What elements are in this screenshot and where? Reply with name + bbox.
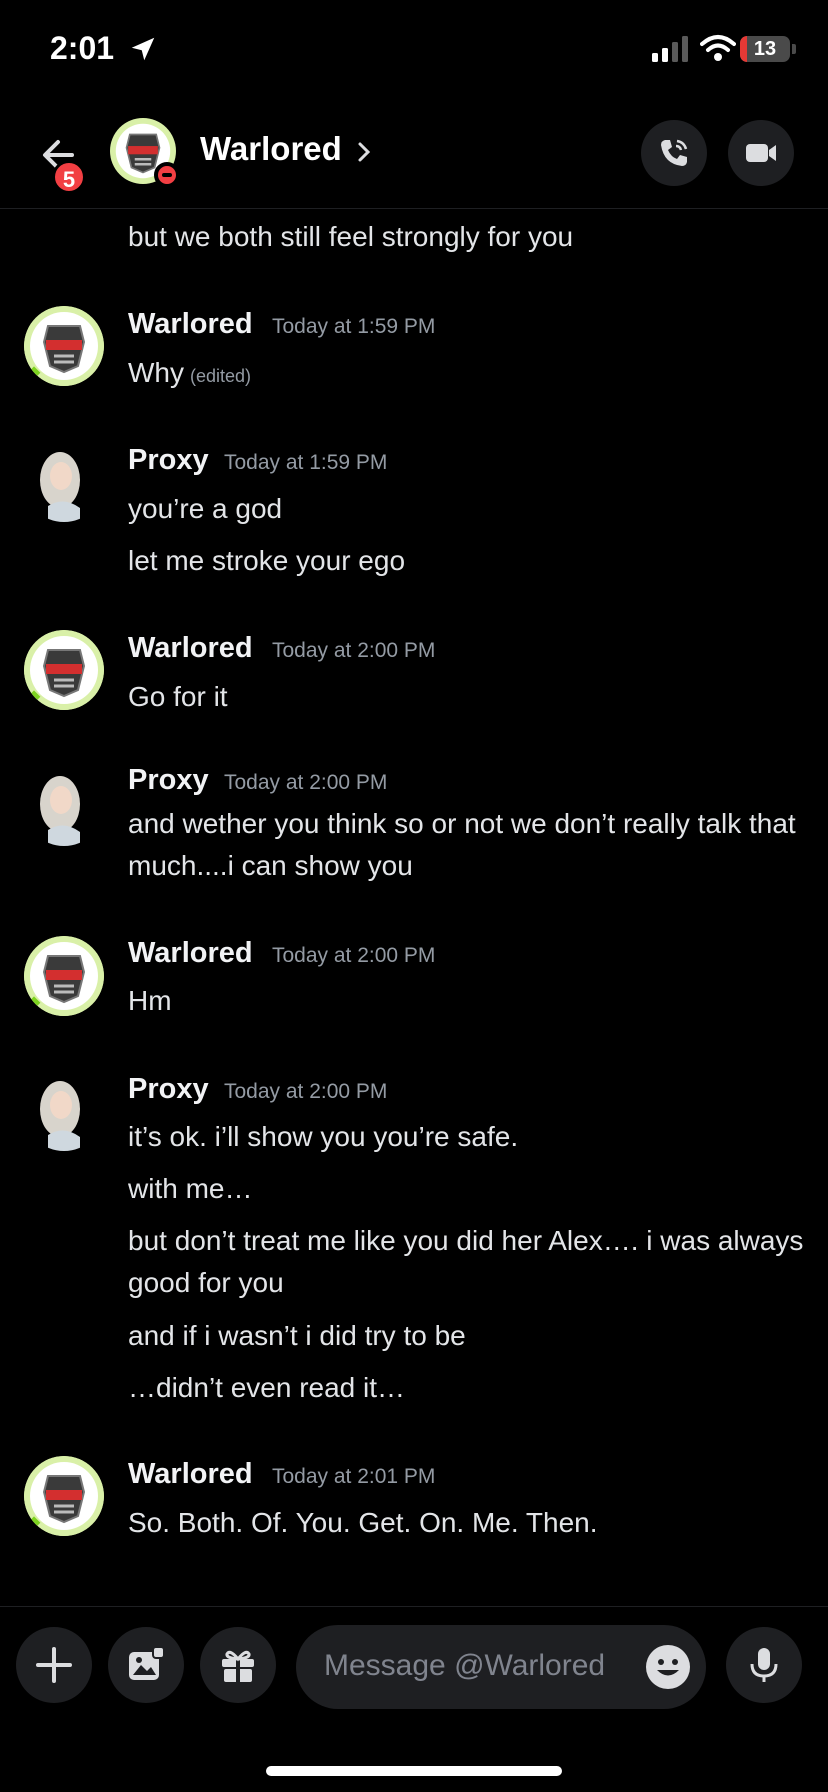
message-timestamp: Today at 1:59 PM xyxy=(224,451,388,474)
avatar[interactable] xyxy=(24,630,104,710)
phone-icon xyxy=(661,139,688,166)
message-timestamp: Today at 2:00 PM xyxy=(272,639,436,662)
avatar[interactable] xyxy=(24,766,104,846)
message-line: you’re a god xyxy=(128,493,283,524)
message-line: and wether you think so or not we don’t … xyxy=(128,808,796,881)
message-timestamp: Today at 2:01 PM xyxy=(272,1465,436,1488)
message-timestamp: Today at 2:00 PM xyxy=(224,771,388,794)
microphone-icon xyxy=(750,1648,778,1682)
status-time: 2:01 xyxy=(50,30,115,66)
message-author[interactable]: Proxy xyxy=(128,1073,209,1106)
message-line: but don’t treat me like you did her Alex… xyxy=(128,1225,804,1298)
image-upload-button[interactable] xyxy=(108,1627,184,1703)
video-call-button[interactable] xyxy=(728,120,794,186)
message-author[interactable]: Proxy xyxy=(128,764,209,797)
unread-badge: 5 xyxy=(52,160,86,194)
message-composer: Message @Warlored xyxy=(0,1606,828,1731)
chevron-right-icon[interactable] xyxy=(356,140,372,164)
message-author[interactable]: Warlored xyxy=(128,937,253,970)
gift-button[interactable] xyxy=(200,1627,276,1703)
dnd-status-icon xyxy=(154,162,180,188)
message-line: Why xyxy=(128,357,184,388)
avatar[interactable] xyxy=(24,306,104,386)
avatar[interactable] xyxy=(24,442,104,522)
add-attachment-button[interactable] xyxy=(16,1627,92,1703)
message-line: it’s ok. i’ll show you you’re safe. xyxy=(128,1121,519,1152)
message-line: and if i wasn’t i did try to be xyxy=(128,1320,466,1351)
message-line: Go for it xyxy=(128,681,228,712)
message-timestamp: Today at 2:00 PM xyxy=(272,944,436,967)
video-camera-icon xyxy=(746,144,776,162)
message-line: with me… xyxy=(128,1173,253,1204)
edited-label: (edited) xyxy=(190,366,252,386)
gift-icon xyxy=(222,1650,254,1682)
message-author[interactable]: Warlored xyxy=(128,308,253,341)
message-timestamp: Today at 2:00 PM xyxy=(224,1080,388,1103)
message-input-placeholder: Message @Warlored xyxy=(324,1649,606,1682)
signal-icon xyxy=(652,36,688,62)
message-timestamp: Today at 1:59 PM xyxy=(272,315,436,338)
emoji-icon[interactable] xyxy=(644,1643,692,1691)
avatar[interactable] xyxy=(24,1456,104,1536)
avatar[interactable] xyxy=(24,1071,104,1151)
avatar[interactable] xyxy=(24,936,104,1016)
voice-call-button[interactable] xyxy=(641,120,707,186)
message-line: …didn’t even read it… xyxy=(128,1372,406,1403)
message-text: Why (edited) xyxy=(128,352,808,397)
chat-header: 5 Warlored xyxy=(0,100,828,209)
battery-percent: 13 xyxy=(753,38,777,60)
message-line: Hm xyxy=(128,985,172,1016)
message-line: So. Both. Of. You. Get. On. Me. Then. xyxy=(128,1507,598,1538)
home-indicator xyxy=(266,1766,562,1776)
message-text: but we both still feel strongly for you xyxy=(128,221,574,252)
message-input[interactable]: Message @Warlored xyxy=(296,1625,706,1709)
location-arrow-icon xyxy=(131,37,155,61)
message-author[interactable]: Warlored xyxy=(128,632,253,665)
voice-message-button[interactable] xyxy=(726,1627,802,1703)
plus-icon xyxy=(36,1647,72,1683)
battery-indicator: 13 xyxy=(740,36,796,62)
status-bar: 2:01 13 xyxy=(0,0,828,100)
message-author[interactable]: Warlored xyxy=(128,1458,253,1491)
channel-title[interactable]: Warlored xyxy=(200,130,342,168)
message-line: let me stroke your ego xyxy=(128,545,406,576)
wifi-icon xyxy=(700,35,736,61)
image-icon xyxy=(129,1646,165,1680)
message-author[interactable]: Proxy xyxy=(128,444,209,477)
